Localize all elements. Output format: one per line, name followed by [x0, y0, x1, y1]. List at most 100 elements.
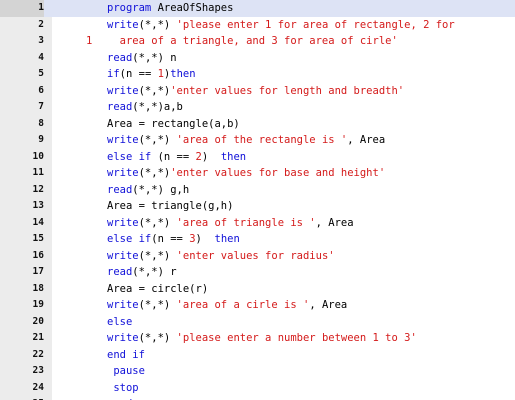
code-token: (*,*) r [132, 266, 177, 278]
code-line[interactable]: 18 Area = circle(r) [0, 281, 515, 298]
code-text[interactable]: read(*,*) r [107, 264, 177, 281]
string-token: 'please enter 1 for area of rectangle, 2… [176, 18, 455, 31]
code-text[interactable]: write(*,*) 'please enter 1 for area of r… [107, 17, 455, 34]
code-token: AreaOfShapes [157, 2, 234, 14]
code-line[interactable]: 25 end [0, 396, 515, 400]
code-line[interactable]: 7 read(*,*)a,b [0, 99, 515, 116]
code-line[interactable]: 22 end if [0, 347, 515, 364]
code-text[interactable]: if(n == 1)then [107, 66, 196, 83]
keyword-token: pause [113, 365, 145, 377]
code-token: , Area [309, 299, 348, 311]
code-line[interactable]: 5 if(n == 1)then [0, 66, 515, 83]
code-line[interactable]: 12 read(*,*) g,h [0, 182, 515, 199]
code-token: ) [195, 233, 215, 245]
code-text[interactable]: write(*,*) 'area of a cirle is ', Area [107, 297, 347, 314]
keyword-token: write [107, 134, 139, 146]
code-text[interactable]: end [107, 396, 132, 400]
code-line[interactable]: 16 write(*,*) 'enter values for radius' [0, 248, 515, 265]
keyword-token: write [107, 167, 139, 179]
line-number: 2 [38, 18, 44, 30]
code-text[interactable]: program AreaOfShapes [107, 0, 233, 17]
code-line[interactable]: 17 read(*,*) r [0, 264, 515, 281]
code-text[interactable]: write(*,*) 'area of triangle is ', Area [107, 215, 354, 232]
code-line[interactable]: 4 read(*,*) n [0, 50, 515, 67]
line-number: 23 [32, 365, 44, 376]
keyword-token: write [107, 249, 139, 262]
keyword-token: write [107, 18, 139, 31]
line-number: 3 [38, 35, 44, 46]
code-text[interactable]: write(*,*) 'please enter a number betwee… [107, 330, 417, 347]
code-line[interactable]: 21 write(*,*) 'please enter a number betw… [0, 330, 515, 347]
code-text[interactable]: read(*,*) g,h [107, 182, 189, 199]
code-line[interactable]: 2 write(*,*) 'please enter 1 for area of … [0, 17, 515, 34]
line-number: 24 [32, 381, 44, 393]
code-text[interactable]: write(*,*)'enter values for length and b… [107, 83, 404, 100]
code-line[interactable]: 24 stop [0, 380, 515, 397]
code-line[interactable]: 6 write(*,*)'enter values for length and … [0, 83, 515, 100]
code-text[interactable]: stop [107, 380, 138, 397]
code-text[interactable]: else if (n == 2) then [107, 149, 246, 166]
code-token: Area = triangle(g,h) [107, 200, 234, 212]
code-text[interactable]: else if(n == 3) then [107, 231, 240, 248]
code-token: , Area [347, 134, 386, 146]
code-token: (n == [151, 150, 196, 163]
code-line[interactable]: 9 write(*,*) 'area of the rectangle is ',… [0, 132, 515, 149]
code-lines[interactable]: 1 program AreaOfShapes 2 write(*,*) 'please… [0, 0, 515, 400]
code-line[interactable]: 23 pause [0, 363, 515, 380]
string-token: 'area of a cirle is ' [176, 299, 310, 311]
code-text[interactable]: Area = rectangle(a,b) [107, 116, 240, 133]
code-line[interactable]: 13 Area = triangle(g,h) [0, 198, 515, 215]
code-text[interactable]: Area = triangle(g,h) [107, 198, 233, 215]
code-text[interactable]: read(*,*)a,b [107, 99, 183, 116]
code-text[interactable]: end if [107, 347, 145, 364]
code-token: (*,*) [138, 332, 177, 344]
line-number: 9 [38, 134, 44, 145]
keyword-token: write [107, 299, 139, 311]
code-token: (*,*) [138, 299, 177, 311]
code-text[interactable]: pause [107, 363, 145, 380]
code-token: (*,*) [138, 18, 177, 31]
line-number: 16 [32, 249, 44, 261]
code-text[interactable]: Area = circle(r) [107, 281, 208, 298]
line-number: 19 [32, 299, 44, 310]
code-line[interactable]: 14 write(*,*) 'area of triangle is ', Are… [0, 215, 515, 232]
code-token: (*,*)a,b [132, 101, 183, 113]
keyword-token: write [107, 332, 139, 344]
code-token: Area = circle(r) [107, 282, 209, 295]
line-number: 6 [38, 84, 44, 96]
code-token: (n == [119, 68, 158, 80]
string-token: area of a triangle, and 3 for area of ci… [107, 35, 398, 47]
keyword-token: read [107, 101, 133, 113]
code-token: (*,*) g,h [132, 183, 190, 196]
line-number: 14 [32, 216, 44, 228]
code-token: ) [201, 150, 221, 163]
line-number: 5 [38, 68, 44, 79]
keyword-token: else if [107, 150, 152, 163]
line-number: 15 [32, 233, 44, 244]
continuation-marker: 1 [86, 35, 93, 47]
code-text[interactable]: write(*,*)'enter values for base and hei… [107, 165, 385, 182]
line-number: 1 [0, 0, 44, 17]
code-line[interactable]: 3 1 area of a triangle, and 3 for area of… [0, 33, 515, 50]
code-token: (*,*) n [132, 51, 177, 64]
string-token: 'enter values for base and height' [170, 167, 386, 179]
line-number: 10 [32, 150, 44, 162]
code-line[interactable]: 19 write(*,*) 'area of a cirle is ', Area [0, 297, 515, 314]
code-text[interactable]: area of a triangle, and 3 for area of ci… [107, 33, 398, 50]
code-line[interactable]: 11 write(*,*)'enter values for base and h… [0, 165, 515, 182]
code-line[interactable]: 10 else if (n == 2) then [0, 149, 515, 166]
code-editor[interactable]: 1 program AreaOfShapes 2 write(*,*) 'please… [0, 0, 515, 400]
string-token: 'area of the rectangle is ' [176, 134, 348, 146]
code-text[interactable]: else [107, 314, 132, 331]
code-line[interactable]: 1 program AreaOfShapes [0, 0, 515, 17]
line-number: 12 [32, 183, 44, 195]
code-token: Area = rectangle(a,b) [107, 117, 240, 130]
code-text[interactable]: read(*,*) n [107, 50, 177, 67]
code-line[interactable]: 15 else if(n == 3) then [0, 231, 515, 248]
code-text[interactable]: write(*,*) 'area of the rectangle is ', … [107, 132, 385, 149]
code-line[interactable]: 8 Area = rectangle(a,b) [0, 116, 515, 133]
code-text[interactable]: write(*,*) 'enter values for radius' [107, 248, 335, 265]
keyword-token: write [107, 84, 139, 97]
code-line[interactable]: 20 else [0, 314, 515, 331]
code-token: (*,*) [138, 167, 171, 179]
